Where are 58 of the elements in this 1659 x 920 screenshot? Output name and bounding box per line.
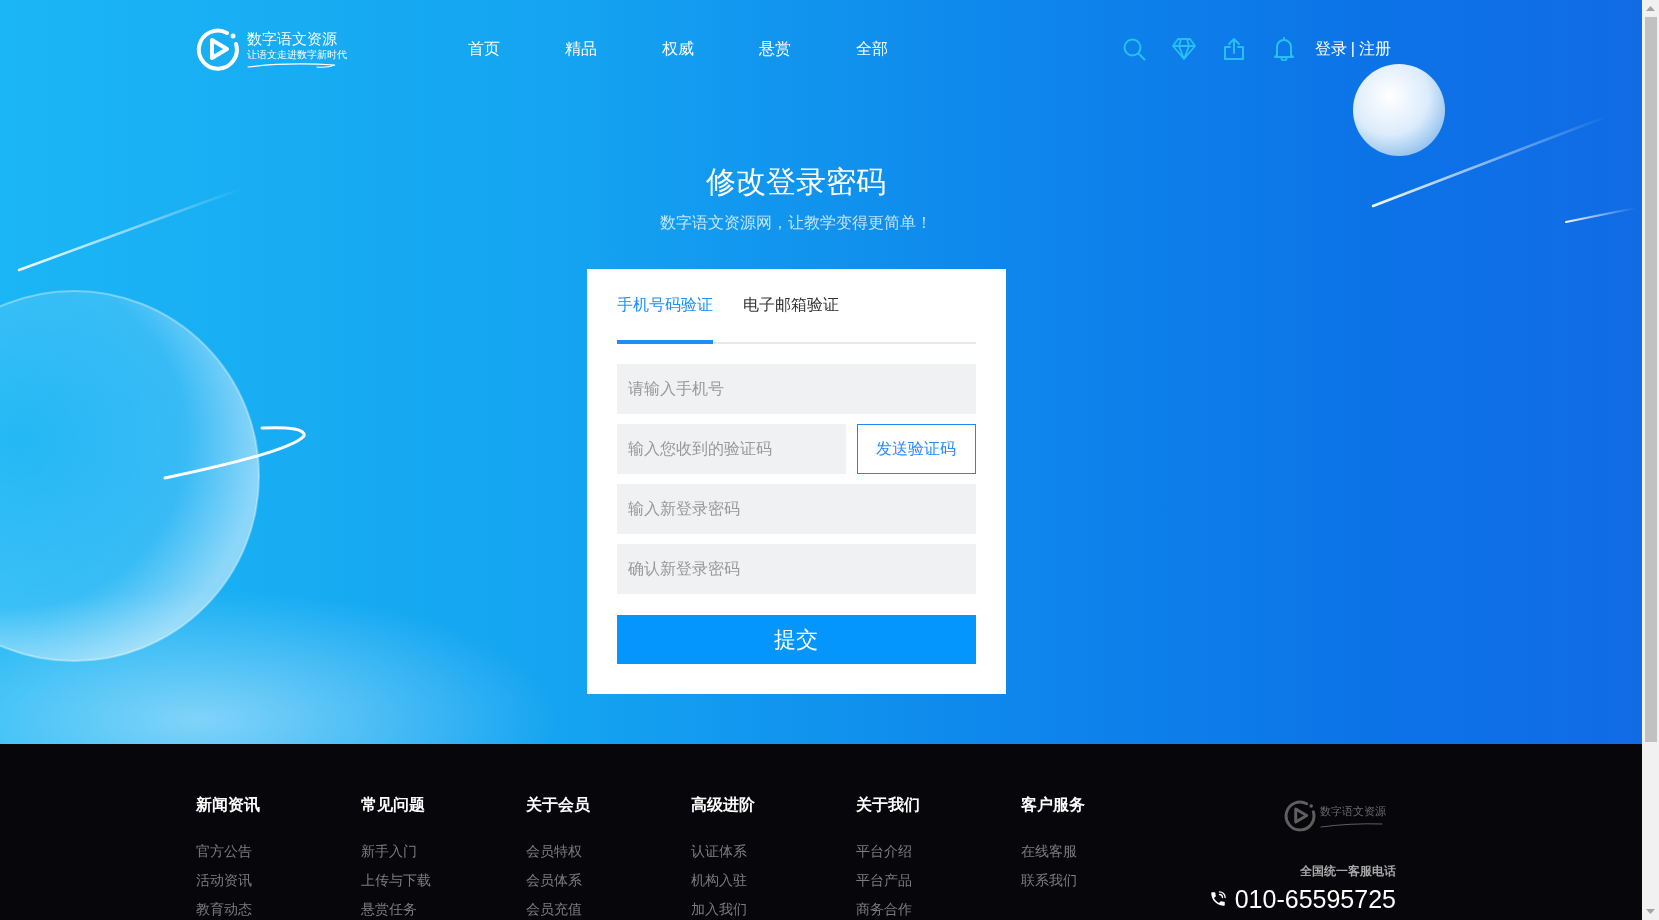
password-field[interactable]: 确认新登录密码 [616, 544, 976, 594]
nav-link[interactable]: 权威 [662, 38, 694, 60]
nav-link[interactable]: 悬赏 [759, 38, 791, 60]
page-subtitle: 数字语文资源网，让教学变得更简单！ [660, 213, 932, 233]
play-circle-icon[interactable] [196, 27, 241, 71]
footer-heading: 新闻资讯 [196, 795, 260, 815]
logo-text: 数字语文资源 [1320, 803, 1386, 818]
code-field[interactable]: 输入您收到的验证码 [616, 424, 846, 474]
swoosh-drawing [1320, 821, 1384, 828]
footer-link[interactable]: 加入我们 [691, 900, 747, 918]
footer-link[interactable]: 在线客服 [1021, 842, 1077, 860]
page-title: 修改登录密码 [706, 164, 886, 200]
footer-heading: 关于会员 [526, 795, 590, 815]
send-code-button[interactable]: 发送验证码 [856, 424, 976, 474]
hotline-number: 010-65595725 [1234, 885, 1396, 913]
logo-tagline: 让语文走进数字新时代 [247, 48, 347, 61]
nav-link[interactable]: 全部 [856, 38, 888, 60]
phone-icon [1208, 890, 1227, 908]
diamond-icon[interactable] [1171, 37, 1196, 61]
footer-link[interactable]: 悬赏任务 [361, 900, 417, 918]
upload-icon[interactable] [1221, 37, 1246, 61]
footer-link[interactable]: 平台介绍 [856, 842, 912, 860]
footer-link[interactable]: 会员体系 [526, 871, 582, 889]
logo-text: 数字语文资源 [247, 29, 338, 48]
footer-heading: 常见问题 [361, 795, 425, 815]
footer-heading: 高级进阶 [691, 795, 755, 815]
footer-link[interactable]: 认证体系 [691, 842, 747, 860]
footer-link[interactable]: 新手入门 [361, 842, 417, 860]
submit-button[interactable]: 提交 [616, 615, 976, 664]
tab[interactable]: 电子邮箱验证 [742, 293, 839, 344]
text-field[interactable]: 请输入手机号 [616, 364, 976, 414]
bell-icon[interactable] [1271, 37, 1296, 61]
register-link[interactable]: 注册 [1359, 38, 1391, 60]
separator: | [1350, 39, 1355, 59]
footer-link[interactable]: 教育动态 [196, 900, 252, 918]
footer-link[interactable]: 上传与下载 [361, 871, 431, 889]
footer-link[interactable]: 商务合作 [856, 900, 912, 918]
nav-link[interactable]: 首页 [468, 38, 500, 60]
scrollbar-thumb[interactable] [1644, 17, 1657, 742]
scroll-down-arrow-icon[interactable] [1646, 909, 1655, 914]
password-field[interactable]: 输入新登录密码 [616, 484, 976, 534]
nav-link[interactable]: 精品 [565, 38, 597, 60]
footer-link[interactable]: 活动资讯 [196, 871, 252, 889]
footer-link[interactable]: 官方公告 [196, 842, 252, 860]
footer-link[interactable]: 机构入驻 [691, 871, 747, 889]
footer-link[interactable]: 会员充值 [526, 900, 582, 918]
play-circle-icon [1284, 799, 1317, 832]
search-icon[interactable] [1121, 37, 1146, 61]
footer-link[interactable]: 联系我们 [1021, 871, 1077, 889]
tab[interactable]: 手机号码验证 [616, 293, 713, 344]
footer-heading: 关于我们 [856, 795, 920, 815]
scrollbar[interactable] [1642, 0, 1659, 920]
login-link[interactable]: 登录 [1314, 38, 1347, 60]
scroll-up-arrow-icon[interactable] [1646, 6, 1655, 11]
footer-link[interactable]: 会员特权 [526, 842, 582, 860]
footer-heading: 客户服务 [1021, 795, 1085, 815]
hotline-label: 全国统一客服电话 [1300, 863, 1396, 879]
footer-link[interactable]: 平台产品 [856, 871, 912, 889]
